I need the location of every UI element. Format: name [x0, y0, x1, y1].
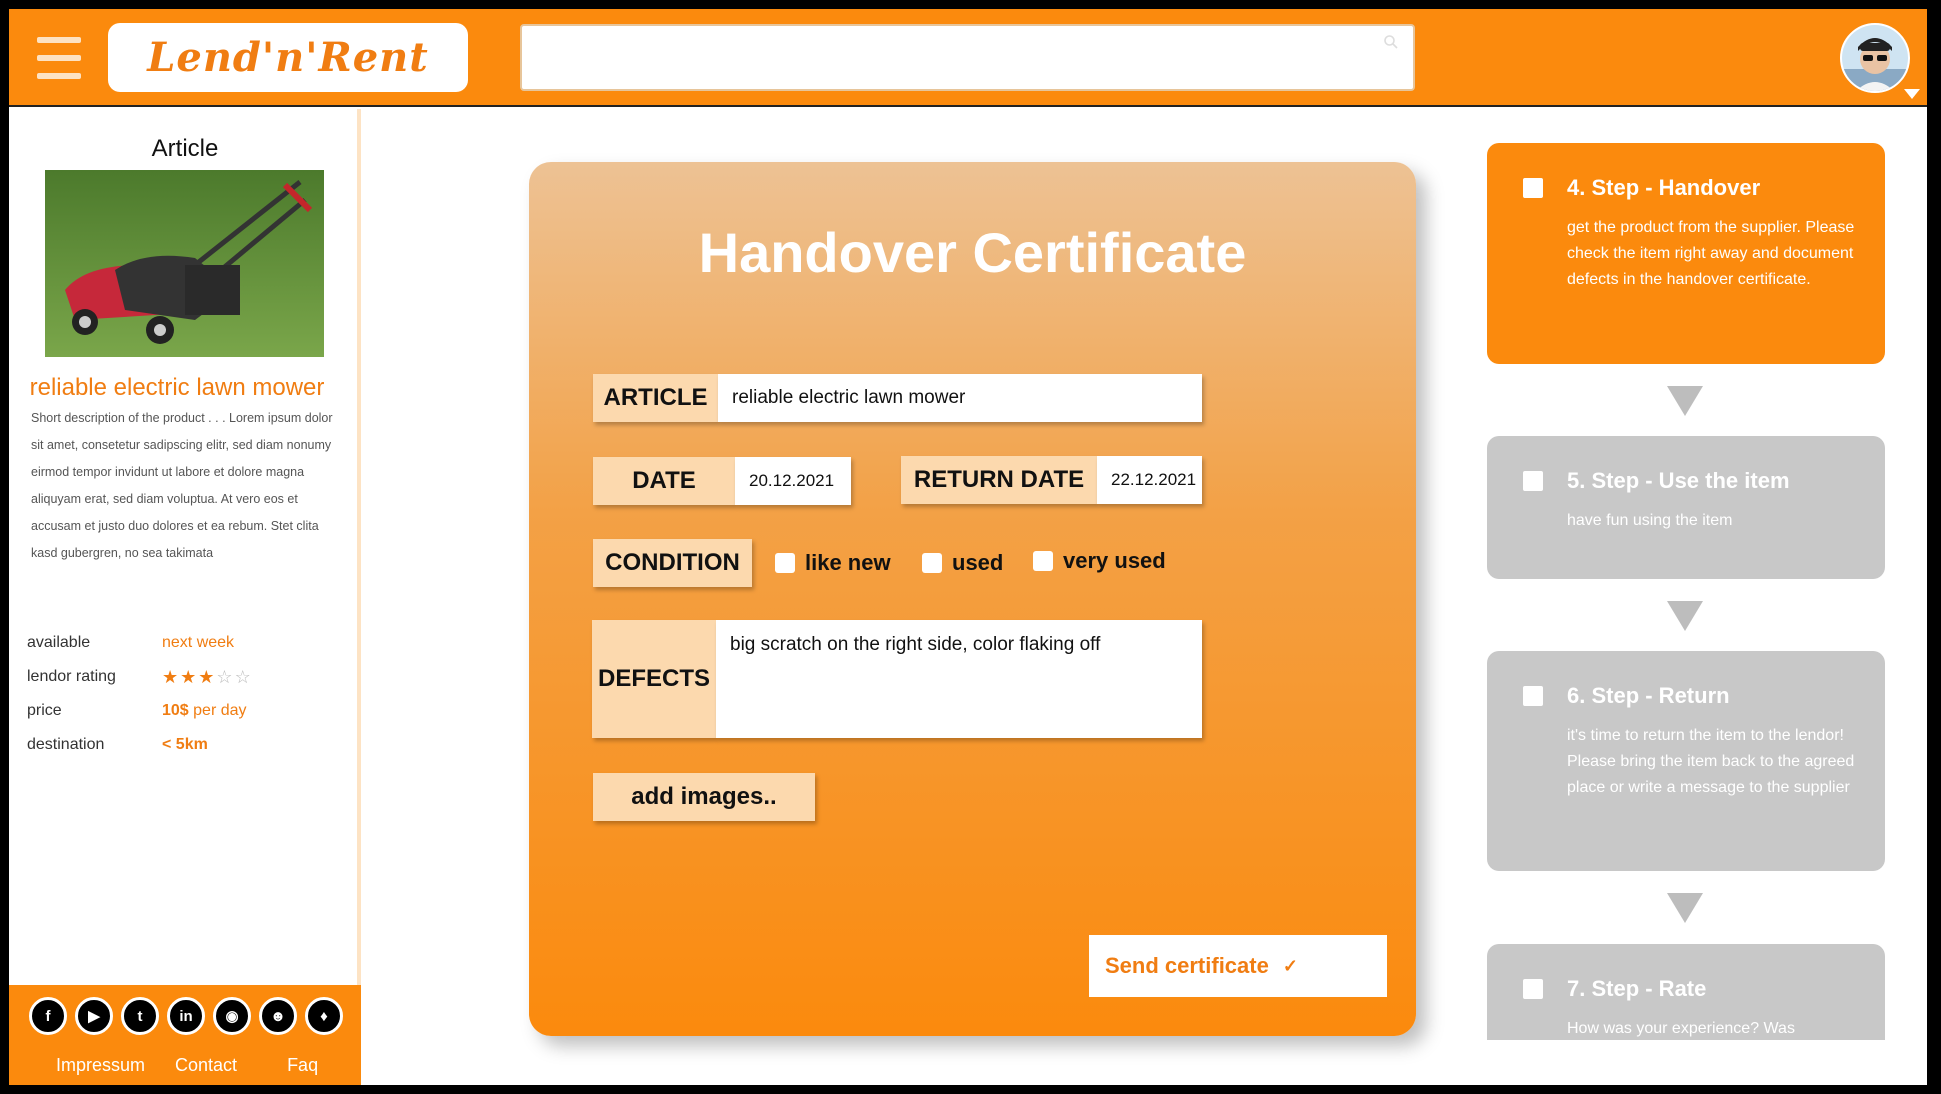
product-image[interactable] [45, 170, 324, 357]
info-row-available: available next week [27, 626, 347, 660]
return-date-label: RETURN DATE [901, 456, 1097, 504]
step-title: 7. Step - Rate [1567, 976, 1707, 1001]
facebook-icon[interactable]: f [29, 997, 67, 1035]
info-row-destination: destination < 5km [27, 728, 347, 762]
snapchat-icon[interactable]: ♦ [305, 997, 343, 1035]
sidebar-footer: f ▶ t in ◉ ☻ ♦ Impressum Contact Faq [9, 985, 361, 1085]
price-label: price [27, 702, 62, 719]
checkbox-box[interactable] [922, 553, 942, 573]
hamburger-menu-icon[interactable] [37, 37, 81, 79]
condition-like-new-checkbox[interactable]: like new [775, 550, 891, 576]
step-description: have fun using the item [1567, 512, 1733, 529]
article-label: ARTICLE [593, 374, 718, 422]
info-row-rating: lendor rating ★★★☆☆ [27, 660, 347, 694]
price-amount: 10$ [162, 702, 189, 719]
logo-text: Lend'n'Rent [147, 34, 429, 81]
destination-label: destination [27, 736, 105, 753]
step-checkbox[interactable] [1523, 686, 1543, 706]
product-info-table: available next week lendor rating ★★★☆☆ … [27, 626, 347, 762]
step-checkbox[interactable] [1523, 471, 1543, 491]
step-description: get the product from the supplier. Pleas… [1567, 219, 1855, 288]
condition-very-used-checkbox[interactable]: very used [1033, 548, 1166, 574]
destination-value: < 5km [162, 736, 208, 754]
star-rating: ★★★☆☆ [162, 667, 253, 688]
step-header: 4. Step - Handover [1523, 175, 1885, 201]
top-header: Lend'n'Rent [9, 9, 1927, 107]
sidebar-title: Article [151, 135, 219, 162]
product-name[interactable]: reliable electric lawn mower [9, 374, 361, 402]
price-unit: per day [193, 702, 247, 719]
step-header: 6. Step - Return [1523, 683, 1885, 709]
step-description: it's time to return the item to the lend… [1567, 727, 1855, 796]
instagram-icon[interactable]: ◉ [213, 997, 251, 1035]
step-use-item[interactable]: 5. Step - Use the item have fun using th… [1487, 436, 1885, 579]
defects-label: DEFECTS [592, 620, 716, 738]
condition-label: CONDITION [593, 539, 752, 587]
article-field[interactable]: reliable electric lawn mower [718, 374, 1202, 422]
check-icon: ✓ [1282, 955, 1298, 976]
step-checkbox[interactable] [1523, 979, 1543, 999]
send-certificate-button[interactable]: Send certificate ✓ [1089, 935, 1387, 997]
search-icon[interactable] [1383, 34, 1399, 50]
youtube-icon[interactable]: ▶ [75, 997, 113, 1035]
condition-used-checkbox[interactable]: used [922, 550, 1003, 576]
social-links: f ▶ t in ◉ ☻ ♦ [29, 997, 343, 1035]
chevron-down-icon[interactable] [1904, 89, 1920, 99]
step-handover[interactable]: 4. Step - Handover get the product from … [1487, 143, 1885, 364]
checkbox-box[interactable] [775, 553, 795, 573]
step-return[interactable]: 6. Step - Return it's time to return the… [1487, 651, 1885, 871]
available-value: next week [162, 634, 235, 651]
condition-option-label: very used [1063, 548, 1166, 573]
star-filled-icon: ★ [162, 666, 181, 687]
condition-option-label: like new [805, 550, 891, 575]
condition-option-label: used [952, 550, 1004, 575]
contact-link[interactable]: Contact [175, 1055, 237, 1076]
star-filled-icon: ★ [198, 666, 217, 687]
checkbox-box[interactable] [1033, 551, 1053, 571]
price-value: 10$ per day [162, 702, 247, 720]
app-frame: Lend'n'Rent Article reliable electric la… [9, 9, 1927, 1085]
step-title: 6. Step - Return [1567, 683, 1730, 708]
info-row-price: price 10$ per day [27, 694, 347, 728]
user-avatar[interactable] [1840, 23, 1910, 93]
article-sidebar: Article reliable electric lawn mower Sho… [9, 109, 361, 1085]
defects-textarea[interactable]: big scratch on the right side, color fla… [716, 620, 1202, 738]
footer-links: Impressum Contact Faq [9, 1055, 361, 1076]
step-header: 7. Step - Rate [1523, 976, 1885, 1002]
twitter-icon[interactable]: t [121, 997, 159, 1035]
search-input[interactable] [520, 24, 1415, 91]
star-filled-icon: ★ [180, 666, 199, 687]
step-checkbox[interactable] [1523, 178, 1543, 198]
logo[interactable]: Lend'n'Rent [108, 23, 468, 92]
send-certificate-label: Send certificate [1105, 953, 1269, 978]
step-title: 5. Step - Use the item [1567, 468, 1790, 493]
step-description: How was your experience? Was [1567, 1020, 1795, 1037]
reddit-icon[interactable]: ☻ [259, 997, 297, 1035]
step-header: 5. Step - Use the item [1523, 468, 1885, 494]
arrow-down-icon [1667, 386, 1703, 416]
date-label: DATE [593, 457, 735, 505]
arrow-down-icon [1667, 601, 1703, 631]
date-field[interactable]: 20.12.2021 [735, 457, 851, 505]
product-description: Short description of the product . . . L… [31, 411, 333, 560]
return-date-field[interactable]: 22.12.2021 [1097, 456, 1202, 504]
linkedin-icon[interactable]: in [167, 997, 205, 1035]
star-empty-icon: ☆ [234, 666, 253, 687]
handover-certificate-card: Handover Certificate ARTICLE reliable el… [529, 162, 1416, 1036]
star-empty-icon: ☆ [216, 666, 235, 687]
impressum-link[interactable]: Impressum [56, 1055, 145, 1076]
step-rate[interactable]: 7. Step - Rate How was your experience? … [1487, 944, 1885, 1040]
rating-label: lendor rating [27, 668, 116, 685]
certificate-title: Handover Certificate [698, 221, 1247, 284]
step-title: 4. Step - Handover [1567, 175, 1761, 200]
available-label: available [27, 634, 91, 651]
faq-link[interactable]: Faq [287, 1055, 318, 1076]
add-images-button[interactable]: add images.. [593, 773, 815, 821]
destination-value-text: < 5km [162, 736, 208, 753]
arrow-down-icon [1667, 893, 1703, 923]
